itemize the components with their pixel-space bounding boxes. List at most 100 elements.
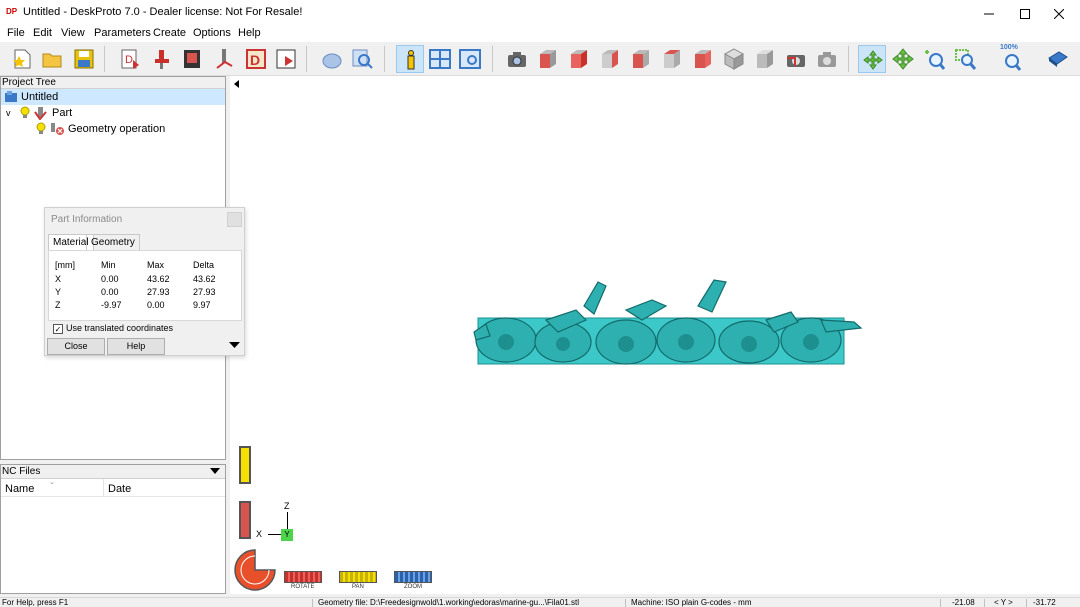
zoom-mode-button[interactable] bbox=[394, 571, 432, 583]
pan-slider[interactable] bbox=[239, 446, 251, 484]
open-project-icon[interactable] bbox=[38, 45, 66, 73]
3d-viewport[interactable]: Z X Y ROTATE PAN ZOOM bbox=[230, 76, 1080, 594]
value-y-min: 0.00 bbox=[101, 287, 119, 297]
menu-create[interactable]: Create bbox=[153, 27, 186, 39]
lightbulb-icon[interactable] bbox=[19, 106, 31, 120]
checkbox-label: Use translated coordinates bbox=[66, 323, 174, 333]
nc-files-columns: Name ⌄ Date bbox=[1, 479, 225, 497]
view-front-icon[interactable] bbox=[534, 45, 562, 73]
menu-edit[interactable]: Edit bbox=[33, 27, 52, 39]
nc-files-header: NC Files bbox=[1, 465, 225, 479]
axis-z-line bbox=[287, 512, 288, 530]
column-header: Max bbox=[147, 260, 165, 270]
rotate-dial[interactable] bbox=[233, 548, 277, 592]
row-label-z: Z bbox=[55, 300, 61, 310]
svg-text:D: D bbox=[250, 52, 260, 68]
tree-item-geometry-operation[interactable]: Geometry operation bbox=[1, 121, 225, 137]
tree-label-part: Part bbox=[52, 107, 73, 119]
view-iso-icon[interactable] bbox=[720, 45, 748, 73]
menu-parameters[interactable]: Parameters bbox=[94, 27, 151, 39]
value-x-max: 43.62 bbox=[147, 274, 170, 284]
axis-y-label: Y bbox=[284, 530, 290, 539]
collapse-arrow-icon[interactable] bbox=[233, 80, 241, 88]
tree-label-untitled: Untitled bbox=[21, 91, 59, 103]
view-right-icon[interactable] bbox=[627, 45, 655, 73]
view-side-icon[interactable] bbox=[751, 45, 779, 73]
lightbulb-icon[interactable] bbox=[35, 122, 47, 136]
rotate-mode-button[interactable] bbox=[284, 571, 322, 583]
svg-text:D: D bbox=[125, 54, 133, 66]
part-parameters-icon[interactable]: D bbox=[116, 45, 144, 73]
tool-icon[interactable] bbox=[210, 45, 238, 73]
save-project-icon[interactable] bbox=[70, 45, 98, 73]
rotate-mode-label: ROTATE bbox=[291, 584, 315, 590]
zoom-mode-label: ZOOM bbox=[404, 584, 422, 590]
menu-options[interactable]: Options bbox=[193, 27, 231, 39]
tab-geometry[interactable]: Geometry bbox=[86, 234, 140, 250]
dialog-close-icon[interactable] bbox=[227, 212, 242, 227]
column-date[interactable]: Date bbox=[108, 483, 131, 495]
axis-x-line bbox=[268, 534, 282, 535]
column-header: Min bbox=[101, 260, 116, 270]
view-top-icon[interactable] bbox=[658, 45, 686, 73]
value-y-delta: 27.93 bbox=[193, 287, 216, 297]
dropdown-arrow-icon[interactable] bbox=[210, 468, 220, 476]
view-bottom-icon[interactable] bbox=[689, 45, 717, 73]
zoom-window-icon[interactable] bbox=[951, 45, 979, 73]
preview-icon[interactable] bbox=[348, 45, 376, 73]
status-machine: Machine: ISO plain G-codes - mm bbox=[631, 598, 752, 607]
menu-bar: File Edit View Parameters Create Options… bbox=[0, 25, 1080, 42]
sort-chevron-icon: ⌄ bbox=[49, 479, 55, 486]
nc-files-title: NC Files bbox=[2, 466, 41, 477]
drill-icon[interactable]: D bbox=[242, 45, 270, 73]
status-help: For Help, press F1 bbox=[2, 598, 69, 607]
menu-view[interactable]: View bbox=[61, 27, 85, 39]
view-back-icon[interactable] bbox=[565, 45, 593, 73]
status-coord-y: -31.72 bbox=[1033, 598, 1056, 607]
project-tree-header: Project Tree bbox=[1, 77, 225, 89]
column-header: [mm] bbox=[55, 260, 75, 270]
pan-mode-button[interactable] bbox=[339, 571, 377, 583]
machine-parameters-icon[interactable] bbox=[178, 45, 206, 73]
zoom-icon[interactable] bbox=[920, 45, 948, 73]
value-z-max: 0.00 bbox=[147, 300, 165, 310]
translated-coords-checkbox[interactable]: ✓ Use translated coordinates bbox=[53, 323, 173, 334]
dialog-title: Part Information bbox=[51, 214, 123, 225]
toolbar: D D 100% bbox=[0, 42, 1080, 76]
pan-mode-label: PAN bbox=[352, 584, 364, 590]
part-model bbox=[473, 279, 863, 365]
close-icon[interactable] bbox=[1036, 0, 1080, 25]
view-left-icon[interactable] bbox=[596, 45, 624, 73]
close-button[interactable]: Close bbox=[47, 338, 105, 355]
status-coord-axis[interactable]: < Y > bbox=[994, 598, 1013, 607]
info-icon[interactable] bbox=[396, 45, 424, 73]
refresh-view-icon[interactable] bbox=[782, 45, 810, 73]
layout-icon[interactable] bbox=[426, 45, 454, 73]
zoom-100-icon[interactable]: 100% bbox=[998, 44, 1026, 73]
menu-help[interactable]: Help bbox=[238, 27, 261, 39]
axis-x-label: X bbox=[256, 529, 263, 539]
help-book-icon[interactable] bbox=[1044, 45, 1072, 73]
write-nc-icon[interactable] bbox=[272, 45, 300, 73]
column-name[interactable]: Name bbox=[5, 483, 34, 495]
previous-view-icon[interactable] bbox=[813, 45, 841, 73]
part-information-dialog: Part Information Material Geometry [mm] … bbox=[44, 207, 245, 356]
zoom-slider[interactable] bbox=[239, 501, 251, 539]
chevron-down-icon[interactable]: v bbox=[6, 105, 11, 121]
help-button[interactable]: Help bbox=[107, 338, 165, 355]
operation-parameters-icon[interactable] bbox=[148, 45, 176, 73]
tree-item-untitled[interactable]: Untitled bbox=[1, 89, 225, 105]
simulate-icon[interactable] bbox=[318, 45, 346, 73]
new-project-icon[interactable] bbox=[8, 45, 36, 73]
rotate-icon[interactable] bbox=[858, 45, 886, 73]
tree-item-part[interactable]: v Part bbox=[1, 105, 225, 121]
status-geometry-file: Geometry file: D:\Freedesignwold\1.worki… bbox=[318, 598, 579, 607]
value-z-min: -9.97 bbox=[101, 300, 122, 310]
render-icon[interactable] bbox=[503, 45, 531, 73]
menu-file[interactable]: File bbox=[7, 27, 25, 39]
viewport-icon[interactable] bbox=[456, 45, 484, 73]
part-icon bbox=[34, 107, 47, 120]
checkbox-box[interactable]: ✓ bbox=[53, 324, 63, 334]
pan-icon[interactable] bbox=[889, 45, 917, 73]
expand-arrow-icon[interactable] bbox=[229, 342, 240, 350]
